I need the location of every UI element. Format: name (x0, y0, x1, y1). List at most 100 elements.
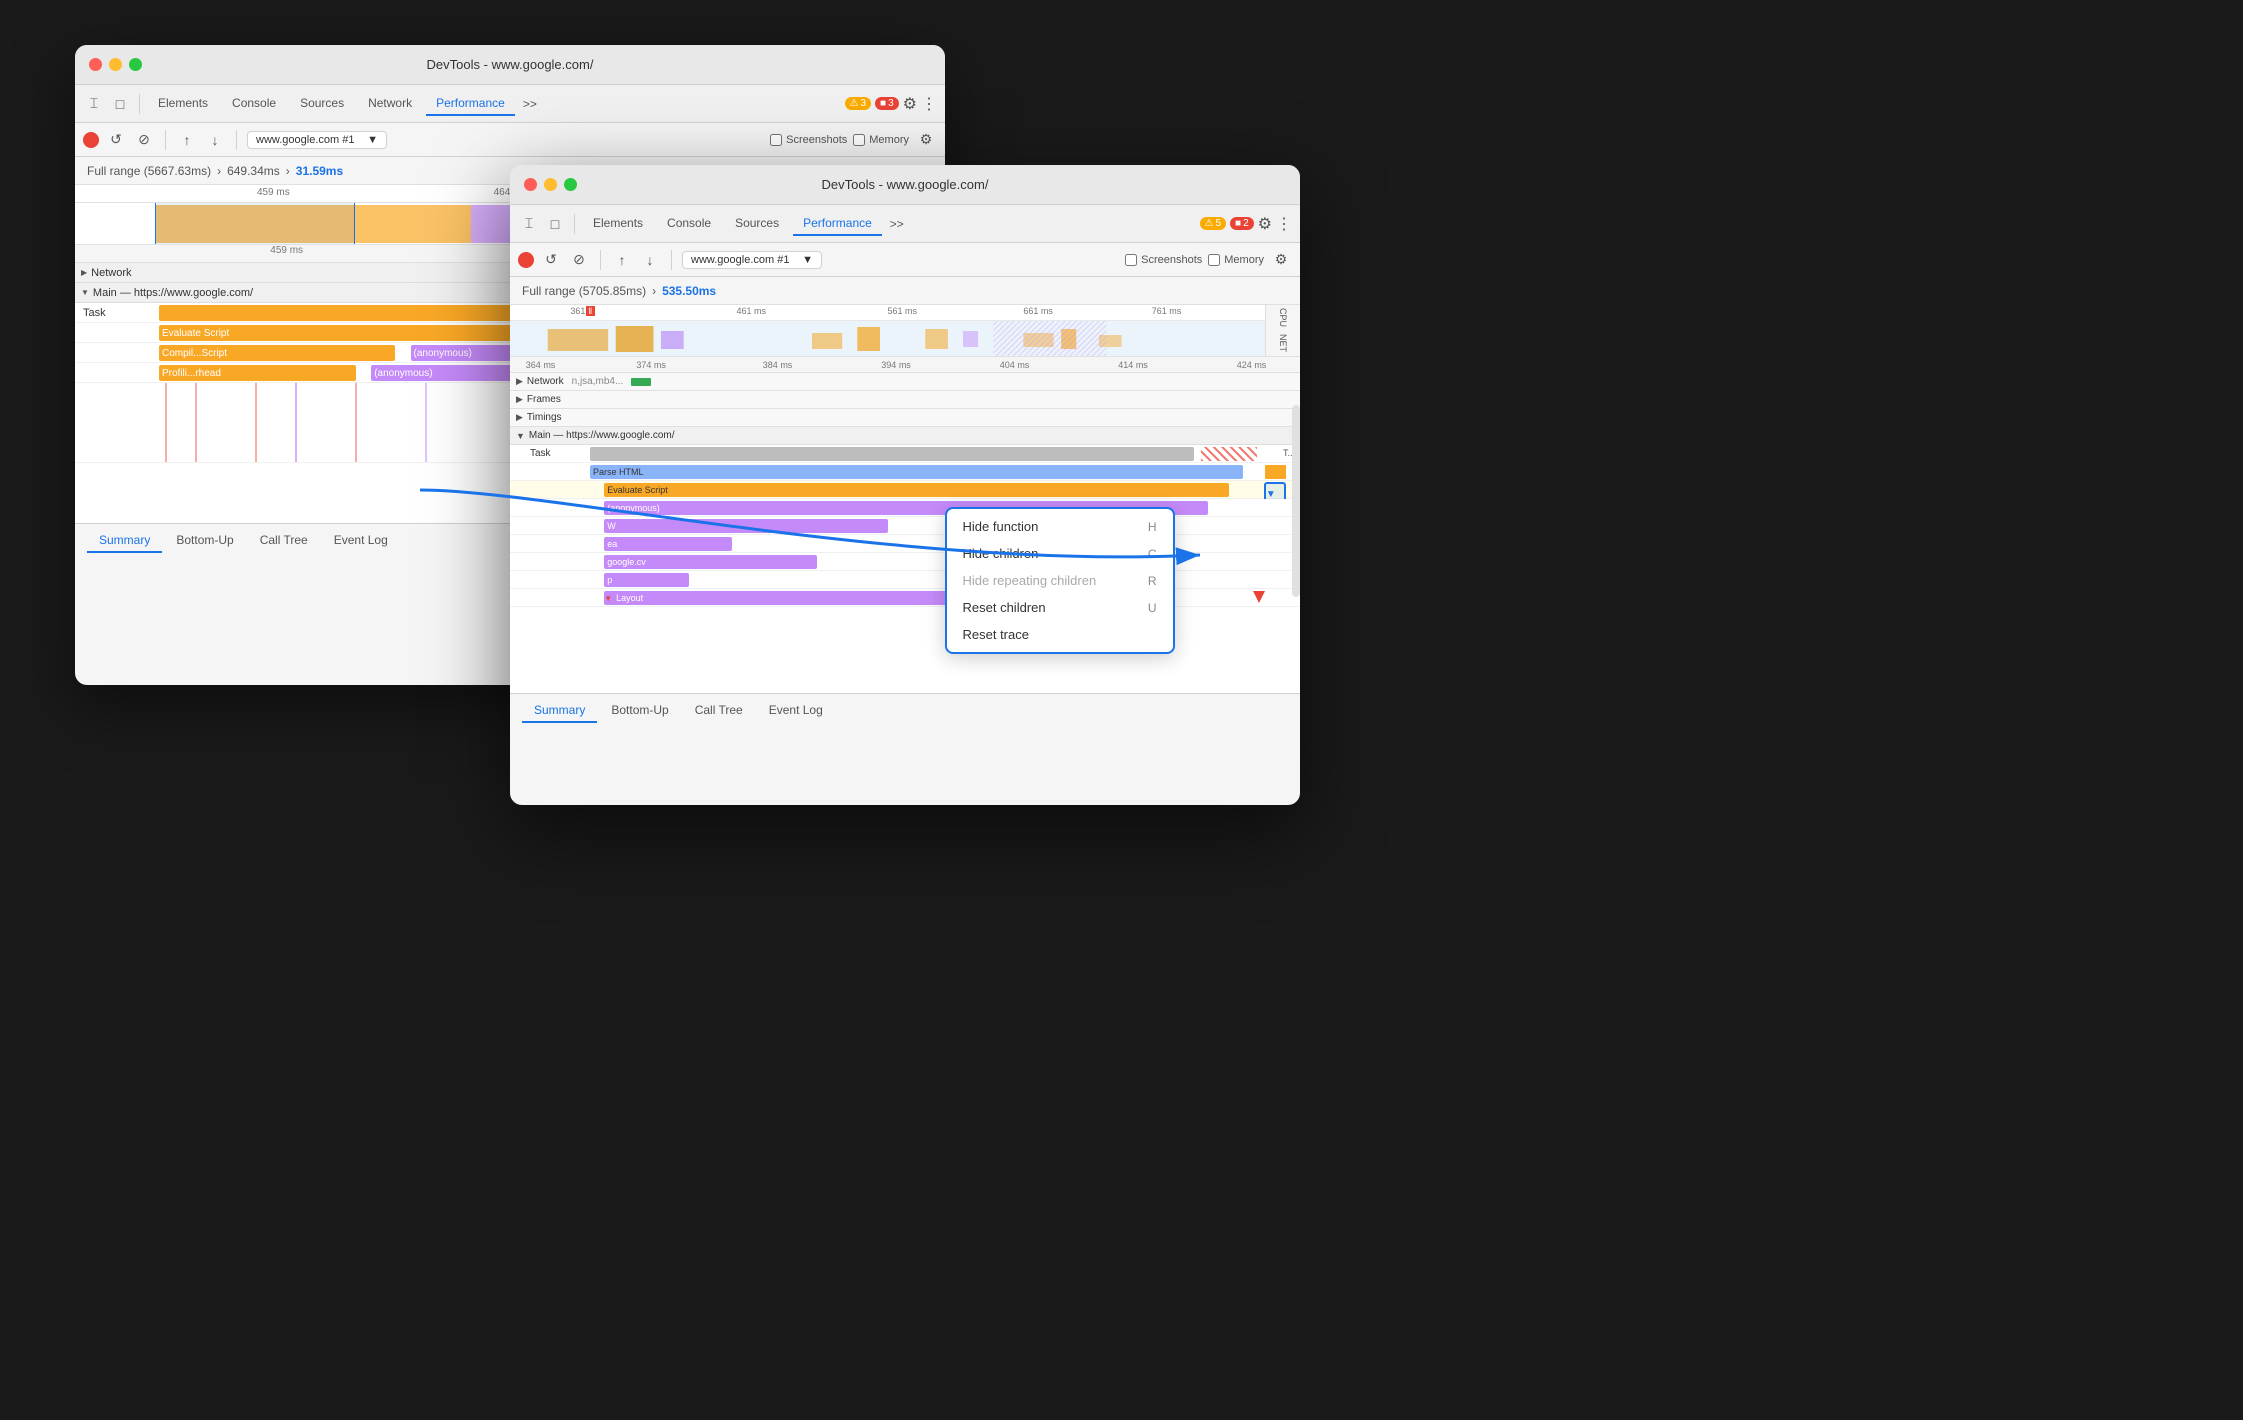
cursor-icon[interactable]: ⌶ (83, 93, 105, 115)
front-tab-elements[interactable]: Elements (583, 212, 653, 236)
front-minimize-btn[interactable] (544, 178, 557, 191)
front-close-btn[interactable] (524, 178, 537, 191)
front-timings-row[interactable]: ▶ Timings (510, 409, 1300, 427)
inspect-icon[interactable]: □ (109, 93, 131, 115)
error-count: 3 (888, 98, 894, 109)
back-tab-summary[interactable]: Summary (87, 529, 162, 553)
ctx-reset-children[interactable]: Reset children U (947, 594, 1173, 621)
settings-icon[interactable]: ⚙ (915, 129, 937, 151)
front-tab-console[interactable]: Console (657, 212, 721, 236)
network-files: n,jsa,mb4... (572, 376, 624, 387)
back-toolbar2: ↺ ⊘ ↑ ↓ www.google.com #1 ▼ Screenshots … (75, 123, 945, 157)
tab-performance[interactable]: Performance (426, 92, 515, 116)
tab-more[interactable]: >> (519, 93, 541, 115)
front-tab-eventlog[interactable]: Event Log (757, 699, 835, 723)
back-window-title: DevTools - www.google.com/ (427, 57, 594, 72)
back-minimize-btn[interactable] (109, 58, 122, 71)
front-scrollbar[interactable] (1292, 405, 1300, 597)
front-timeline-overview[interactable]: 361 m ‖ 461 ms 561 ms 661 ms 761 ms (510, 305, 1300, 357)
ctx-hide-function[interactable]: Hide function H (947, 513, 1173, 540)
main-label: Main — https://www.google.com/ (93, 287, 253, 299)
tab-network[interactable]: Network (358, 92, 422, 116)
front-range-arrow: › (652, 284, 656, 298)
front-memory-text: Memory (1224, 254, 1264, 266)
back-tab-calltree[interactable]: Call Tree (248, 529, 320, 553)
ctx-reset-trace[interactable]: Reset trace (947, 621, 1173, 648)
front-warning-badge: ⚠ 5 (1200, 217, 1227, 230)
ctx-hide-repeating-shortcut: R (1148, 574, 1157, 588)
more-button[interactable]: ⋮ (921, 94, 937, 114)
back-titlebar: DevTools - www.google.com/ (75, 45, 945, 85)
tab-console[interactable]: Console (222, 92, 286, 116)
download-button[interactable]: ↓ (204, 129, 226, 151)
tab-elements[interactable]: Elements (148, 92, 218, 116)
upload-button[interactable]: ↑ (176, 129, 198, 151)
front-screenshots-label: Screenshots (1125, 254, 1202, 266)
front-tab-calltree[interactable]: Call Tree (683, 699, 755, 723)
front-gcv-text: google.cv (604, 557, 646, 567)
ruler2-tick-0: 459 ms (155, 245, 418, 262)
front-layout-bar: ▼ Layout (604, 591, 995, 605)
back-tab-eventlog[interactable]: Event Log (322, 529, 400, 553)
r2-tick-3: 394 ms (881, 360, 911, 370)
front-url-bar[interactable]: www.google.com #1 ▼ (682, 251, 822, 269)
front-tab-performance[interactable]: Performance (793, 212, 882, 236)
front-settings-icon[interactable]: ⚙ (1270, 249, 1292, 271)
ctx-hide-children[interactable]: Hide children C (947, 540, 1173, 567)
front-frames-row[interactable]: ▶ Frames (510, 391, 1300, 409)
network-bar (631, 378, 651, 386)
front-titlebar: DevTools - www.google.com/ (510, 165, 1300, 205)
back-tab-bottomup[interactable]: Bottom-Up (164, 529, 245, 553)
url-text: www.google.com #1 (256, 134, 354, 146)
front-screenshots-checkbox[interactable] (1125, 254, 1137, 266)
front-parsehtml-bar: Parse HTML (590, 465, 1243, 479)
front-more-button[interactable]: ⋮ (1276, 214, 1292, 234)
cpu-label: CPU (1278, 308, 1288, 327)
clear-button[interactable]: ⊘ (133, 129, 155, 151)
front-ea-row: ea (510, 535, 1300, 553)
front-clear-button[interactable]: ⊘ (568, 249, 590, 271)
front-memory-label: Memory (1208, 254, 1264, 266)
front-url-dropdown[interactable]: ▼ (802, 254, 813, 266)
front-record-button[interactable] (518, 252, 534, 268)
front-error-icon: ■ (1235, 218, 1241, 229)
ctx-hide-children-shortcut: C (1148, 547, 1157, 561)
ctx-reset-trace-label: Reset trace (963, 627, 1029, 642)
url-dropdown[interactable]: ▼ (367, 134, 378, 146)
front-tab-bottomup[interactable]: Bottom-Up (599, 699, 680, 723)
record-button[interactable] (83, 132, 99, 148)
front-memory-checkbox[interactable] (1208, 254, 1220, 266)
profil-bar: Profili...rhead (159, 365, 356, 381)
warning-badge: ⚠ 3 (845, 97, 872, 110)
front-screenshots-text: Screenshots (1141, 254, 1202, 266)
network-triangle: ▶ (81, 268, 87, 277)
front-tab-summary[interactable]: Summary (522, 699, 597, 723)
front-ea-bar: ea (604, 537, 732, 551)
gear-button[interactable]: ⚙ (903, 94, 917, 114)
front-tab-more[interactable]: >> (886, 213, 908, 235)
front-warning-count: 5 (1215, 218, 1221, 229)
url-bar[interactable]: www.google.com #1 ▼ (247, 131, 387, 149)
front-maximize-btn[interactable] (564, 178, 577, 191)
front-reload-button[interactable]: ↺ (540, 249, 562, 271)
ctx-reset-children-label: Reset children (963, 600, 1046, 615)
sep2 (165, 130, 166, 150)
screenshots-checkbox[interactable] (770, 134, 782, 146)
front-gear-button[interactable]: ⚙ (1258, 214, 1272, 234)
memory-checkbox[interactable] (853, 134, 865, 146)
network-label-front: Network (527, 376, 564, 387)
back-maximize-btn[interactable] (129, 58, 142, 71)
front-network-row[interactable]: ▶ Network n,jsa,mb4... (510, 373, 1300, 391)
front-main-row[interactable]: ▼ Main — https://www.google.com/ (510, 427, 1300, 445)
tab-sources[interactable]: Sources (290, 92, 354, 116)
front-download-button[interactable]: ↓ (639, 249, 661, 271)
front-upload-button[interactable]: ↑ (611, 249, 633, 271)
back-close-btn[interactable] (89, 58, 102, 71)
front-cursor-icon[interactable]: ⌶ (518, 213, 540, 235)
range-start: 649.34ms (227, 164, 280, 178)
front-inspect-icon[interactable]: □ (544, 213, 566, 235)
front-sep3 (671, 250, 672, 270)
reload-button[interactable]: ↺ (105, 129, 127, 151)
front-ea-text: ea (604, 539, 617, 549)
front-tab-sources[interactable]: Sources (725, 212, 789, 236)
